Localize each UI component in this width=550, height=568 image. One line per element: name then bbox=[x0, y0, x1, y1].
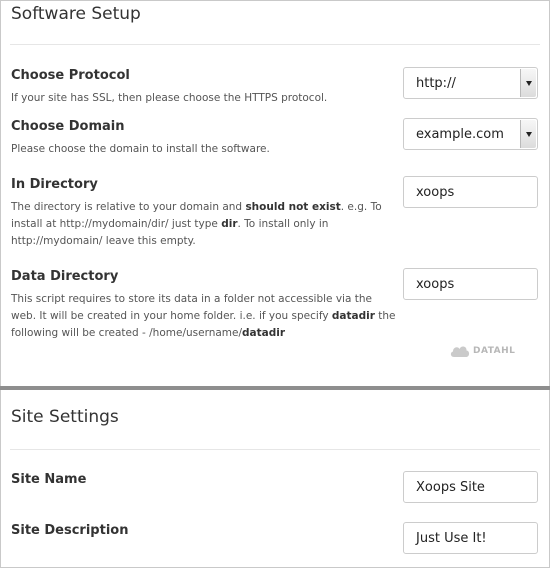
divider bbox=[10, 44, 540, 45]
section-divider bbox=[0, 386, 550, 390]
domain-select[interactable]: example.com bbox=[403, 118, 538, 150]
site-description-value: Just Use It! bbox=[416, 530, 487, 546]
site-description-input[interactable]: Just Use It! bbox=[403, 522, 538, 554]
watermark-text: DATAHL bbox=[473, 346, 516, 356]
watermark-logo: DATAHL bbox=[449, 343, 515, 359]
site-name-value: Xoops Site bbox=[416, 479, 485, 495]
data-directory-label: Data Directory bbox=[11, 269, 119, 284]
site-name-label: Site Name bbox=[11, 472, 87, 487]
site-description-label: Site Description bbox=[11, 523, 129, 538]
site-name-input[interactable]: Xoops Site bbox=[403, 471, 538, 503]
choose-domain-description: Please choose the domain to install the … bbox=[11, 143, 270, 155]
protocol-select[interactable]: http:// bbox=[403, 67, 538, 99]
data-directory-value: xoops bbox=[416, 276, 455, 292]
data-directory-input[interactable]: xoops bbox=[403, 268, 538, 300]
in-directory-label: In Directory bbox=[11, 177, 98, 192]
in-directory-value: xoops bbox=[416, 184, 455, 200]
domain-selected-value: example.com bbox=[416, 126, 504, 142]
cloud-logo-icon bbox=[450, 346, 470, 357]
divider bbox=[10, 449, 540, 450]
in-directory-input[interactable]: xoops bbox=[403, 176, 538, 208]
choose-protocol-description: If your site has SSL, then please choose… bbox=[11, 92, 328, 104]
software-setup-title: Software Setup bbox=[11, 4, 141, 24]
choose-protocol-label: Choose Protocol bbox=[11, 68, 130, 83]
site-settings-title: Site Settings bbox=[11, 407, 119, 427]
protocol-selected-value: http:// bbox=[416, 75, 456, 91]
choose-domain-label: Choose Domain bbox=[11, 119, 125, 134]
chevron-down-icon[interactable] bbox=[520, 120, 536, 148]
in-directory-description: The directory is relative to your domain… bbox=[11, 201, 382, 247]
data-directory-description: This script requires to store its data i… bbox=[11, 293, 396, 339]
chevron-down-icon[interactable] bbox=[520, 69, 536, 97]
